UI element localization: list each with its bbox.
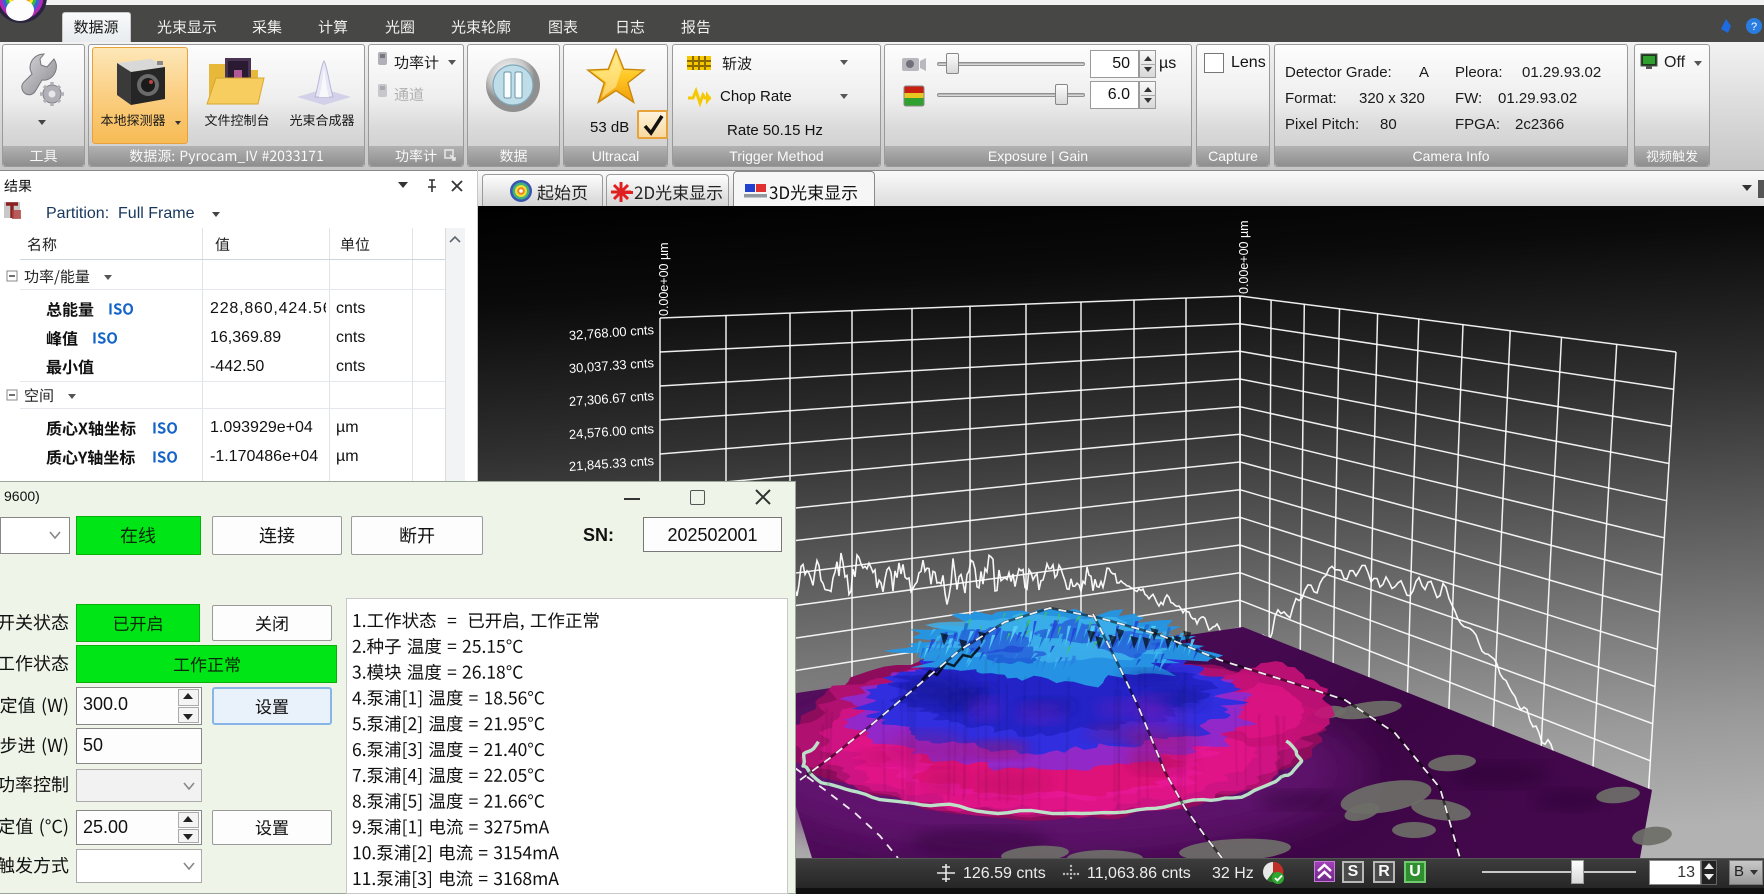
- svg-text:0.00e+00 µm: 0.00e+00 µm: [1237, 220, 1251, 294]
- svg-text:?: ?: [1751, 21, 1757, 33]
- svg-text:0.00e+00 µm: 0.00e+00 µm: [657, 242, 671, 316]
